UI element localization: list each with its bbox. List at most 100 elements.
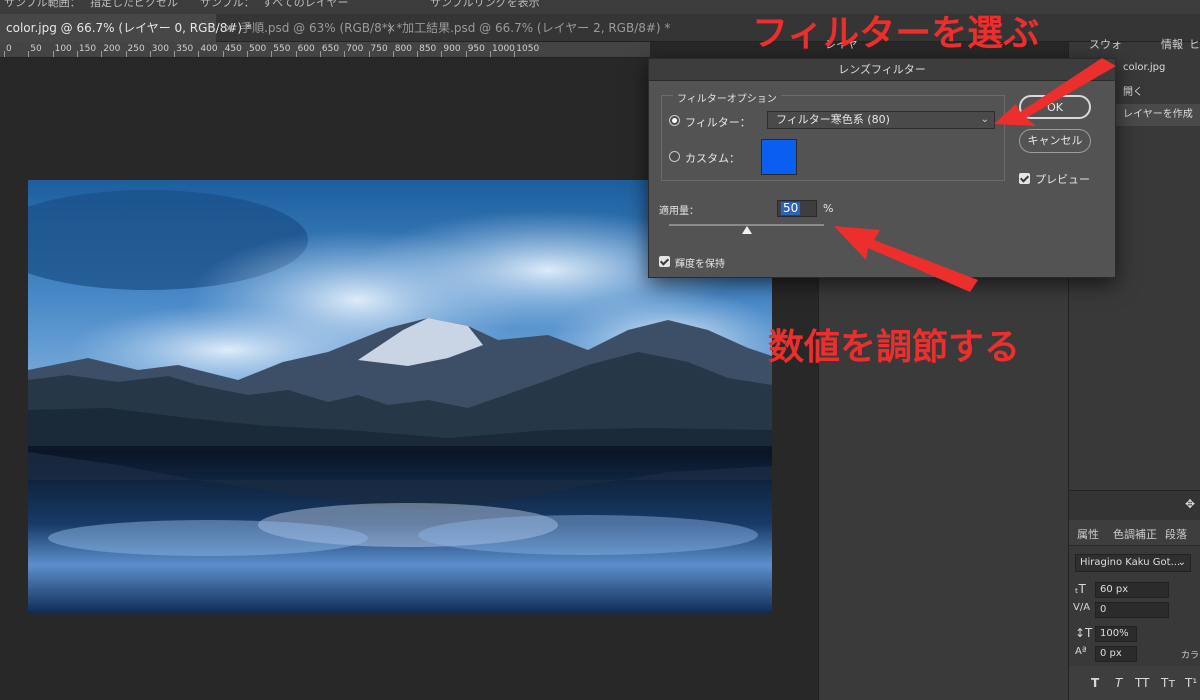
horizontal-ruler: 0 50 100 150 200 250 300 350 400 450 500 550 600 650 7… — [0, 42, 650, 58]
ruler-tick-label: 750 — [370, 44, 388, 54]
close-icon[interactable]: × — [224, 21, 234, 35]
color-label: カラー — [1181, 651, 1200, 661]
tab-info[interactable]: 情報 — [1161, 36, 1183, 52]
ruler-tick-label: 900 — [443, 44, 461, 54]
ruler-tick-mark — [174, 51, 176, 57]
lens-filter-dialog: レンズフィルター フィルターオプション フィルター： フィルター寒色系 (80)… — [648, 58, 1116, 278]
font-family-select[interactable]: Hiragino Kaku Got... ⌄ — [1075, 554, 1191, 572]
all-caps-button[interactable]: TT — [1135, 676, 1149, 690]
filter-label: フィルター： — [685, 116, 751, 129]
ok-button[interactable]: OK — [1019, 95, 1091, 119]
ruler-tick-mark — [368, 51, 370, 57]
ruler-tick-mark — [198, 51, 200, 57]
history-item-label: 開く — [1123, 87, 1143, 98]
history-file-label: color.jpg — [1123, 62, 1166, 73]
custom-color-swatch[interactable] — [761, 139, 797, 175]
panel-menu-icon[interactable]: ✥ — [1185, 497, 1195, 511]
ruler-tick-mark — [295, 51, 297, 57]
ruler-tick-label: 650 — [321, 44, 340, 54]
tab-adjustments[interactable]: 色調補正 — [1113, 526, 1157, 542]
ruler-tick-label: 600 — [297, 44, 315, 54]
ruler-tick-label: 450 — [224, 44, 242, 54]
amount-label: 適用量： — [659, 206, 699, 217]
preserve-luminosity-checkbox[interactable] — [659, 256, 670, 267]
ruler-tick-label: 100 — [54, 44, 72, 54]
custom-radio[interactable] — [669, 151, 680, 162]
ruler-tick-label: 300 — [151, 44, 169, 54]
dialog-title: レンズフィルター — [649, 59, 1115, 81]
ruler-tick-mark — [465, 51, 467, 57]
vertical-scale-value: 100% — [1100, 628, 1129, 639]
ruler-tick-mark — [441, 51, 443, 57]
filter-options-group — [661, 95, 1005, 181]
ruler-tick-mark — [125, 51, 127, 57]
tab-kakou-psd[interactable]: × 加工結果.psd @ 66.7% (レイヤー 2, RGB/8#) * — [380, 14, 670, 42]
tab-paragraph[interactable]: 段落 — [1165, 526, 1187, 542]
ruler-tick-mark — [490, 51, 491, 57]
font-size-value: 60 px — [1100, 584, 1129, 595]
filter-select[interactable]: フィルター寒色系 (80) ⌄ — [767, 111, 995, 129]
baseline-shift-input[interactable]: 0 px — [1095, 646, 1137, 662]
close-icon[interactable]: × — [386, 21, 396, 35]
faux-bold-button[interactable]: T — [1091, 676, 1099, 690]
custom-label: カスタム： — [685, 152, 740, 165]
tab-properties[interactable]: 属性 — [1077, 526, 1099, 542]
annotation-adjust-value: 数値を調節する — [768, 327, 1021, 368]
baseline-shift-icon: Aª — [1075, 646, 1087, 657]
preserve-luminosity-label: 輝度を保持 — [675, 259, 725, 270]
tab-label: color.jpg @ 66.7% (レイヤー 0, RGB/8#) * — [6, 21, 252, 35]
vertical-scale-input[interactable]: 100% — [1095, 626, 1137, 642]
ruler-tick-mark — [514, 51, 516, 57]
cancel-button[interactable]: キャンセル — [1019, 129, 1091, 153]
ruler-tick-label: 350 — [176, 44, 194, 54]
sample-size-select[interactable]: 指定したピクセル — [90, 0, 178, 10]
ruler-tick-mark — [28, 51, 30, 57]
ruler-tick-label: 200 — [103, 44, 121, 54]
ruler-tick-mark — [417, 51, 419, 57]
font-size-input[interactable]: 60 px — [1095, 582, 1169, 598]
tab-tejun-psd[interactable]: × 手順.psd @ 63% (RGB/8*) * — [218, 14, 402, 42]
sample-select[interactable]: すべてのレイヤー — [262, 0, 348, 10]
history-item-label: レイヤーを作成 — [1123, 109, 1193, 120]
chevron-down-icon: ⌄ — [1177, 557, 1186, 568]
amount-slider-thumb[interactable] — [741, 226, 752, 234]
ruler-tick-label: 1050 — [516, 44, 540, 54]
show-sampling-ring[interactable]: サンプルリングを表示 — [430, 0, 540, 10]
ruler-tick-label: 800 — [394, 44, 412, 54]
panel-header: ✥ — [1069, 490, 1200, 520]
kerning-input[interactable]: 0 — [1095, 602, 1169, 618]
ruler-tick-label: 1000 — [492, 44, 515, 54]
ruler-tick-mark — [392, 51, 394, 57]
ruler-tick-label: 500 — [249, 44, 267, 54]
ruler-tick-label: 850 — [419, 44, 437, 54]
tab-color-jpg[interactable]: color.jpg @ 66.7% (レイヤー 0, RGB/8#) * — [0, 14, 252, 42]
kerning-value: 0 — [1100, 604, 1107, 615]
baseline-shift-value: 0 px — [1100, 648, 1122, 659]
superscript-button[interactable]: T¹ — [1185, 676, 1197, 690]
ruler-tick-mark — [271, 51, 273, 57]
ruler-tick-label: 150 — [78, 44, 97, 54]
ruler-tick-mark — [101, 51, 103, 57]
ruler-tick-mark — [319, 51, 321, 57]
filter-options-label: フィルターオプション — [673, 90, 781, 105]
tab-swatches[interactable]: スウォ — [1089, 36, 1122, 52]
preview-checkbox[interactable] — [1019, 173, 1030, 184]
ruler-tick-mark — [222, 51, 224, 57]
sample-label: サンプル： — [200, 0, 255, 9]
filter-radio[interactable] — [669, 115, 680, 126]
amount-input[interactable]: 50 — [777, 200, 817, 217]
annotation-select-filter: フィルターを選ぶ — [752, 13, 1040, 54]
ruler-tick-label: 400 — [200, 44, 218, 54]
ruler-tick-mark — [4, 51, 5, 57]
ruler-tick-label: 700 — [346, 44, 364, 54]
faux-italic-button[interactable]: T — [1115, 676, 1122, 690]
tab-label: 加工結果.psd @ 66.7% (レイヤー 2, RGB/8#) * — [402, 21, 671, 35]
amount-unit: % — [823, 202, 834, 215]
ruler-tick-mark — [344, 51, 346, 57]
ruler-tick-label: 950 — [467, 44, 485, 54]
small-caps-button[interactable]: Tт — [1161, 676, 1175, 690]
ruler-tick-mark — [76, 51, 78, 57]
properties-tab-bar: 属性 色調補正 段落 — [1069, 520, 1200, 546]
tab-history[interactable]: ヒ — [1189, 36, 1200, 52]
type-style-buttons: T T TT Tт T¹ — [1069, 666, 1200, 700]
